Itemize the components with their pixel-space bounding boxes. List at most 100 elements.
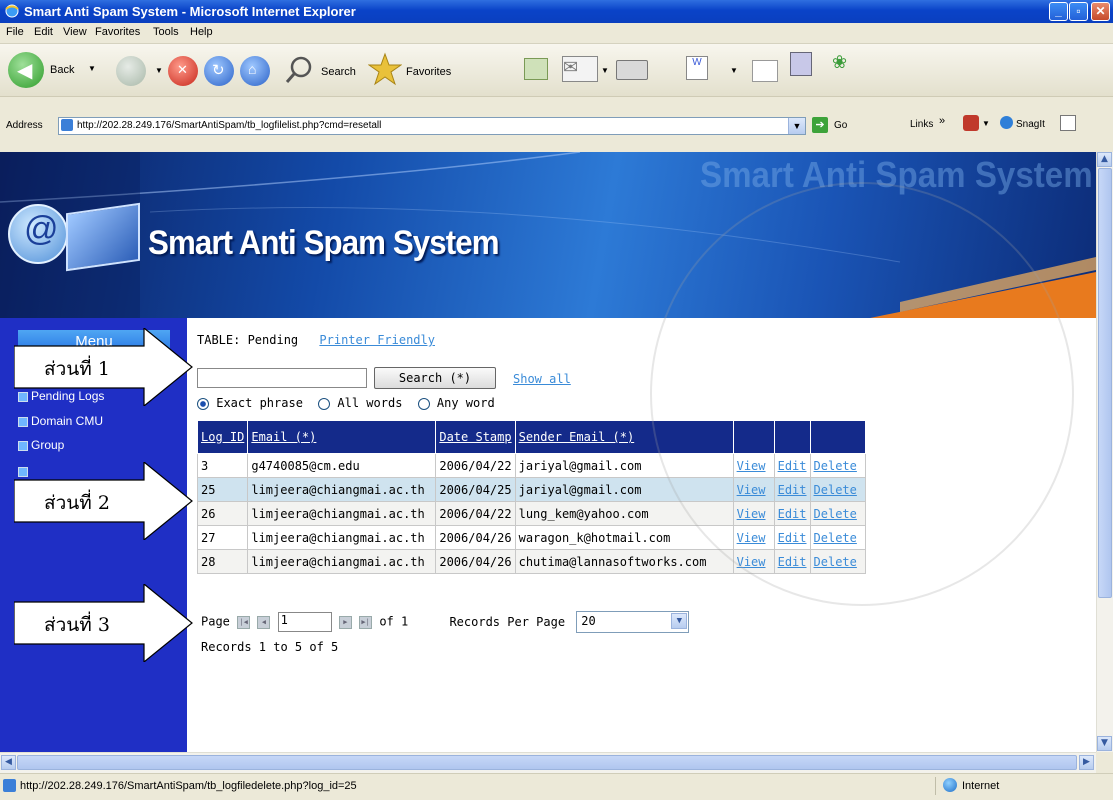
first-page-icon[interactable]: |◀ [237,615,251,629]
records-per-page-select[interactable]: 20 ▼ [576,611,690,633]
bullet-icon [18,440,28,451]
search-input[interactable] [197,368,367,388]
links-chevron-icon[interactable]: » [939,115,945,127]
column-sender-email[interactable]: Sender Email (*) [514,420,734,454]
links-label[interactable]: Links [910,119,933,130]
refresh-icon[interactable]: ↻ [204,56,234,86]
home-icon[interactable]: ⌂ [240,56,270,86]
vertical-scroll-thumb[interactable] [1098,168,1112,598]
go-button[interactable]: ➔ Go [812,117,847,133]
scroll-left-icon[interactable]: ◀ [1,755,16,770]
edit-link[interactable]: Edit [773,549,811,574]
close-button[interactable]: ✕ [1091,2,1110,21]
monitor-image [66,202,140,272]
stop-icon[interactable]: ✕ [168,56,198,86]
edit-link[interactable]: Edit [773,501,811,526]
show-all-link[interactable]: Show all [513,372,571,386]
view-link[interactable]: View [732,477,775,502]
edit-link[interactable]: Edit [773,525,811,550]
printer-friendly-link[interactable]: Printer Friendly [319,333,435,347]
view-link[interactable]: View [732,453,775,478]
scroll-up-icon[interactable]: ▲ [1097,152,1112,167]
page-label: Page [201,614,230,629]
delete-link[interactable]: Delete [809,525,866,550]
back-dropdown-icon[interactable]: ▼ [88,64,96,73]
media-icon[interactable] [524,58,548,80]
forward-arrow-icon[interactable] [116,56,146,86]
site-title: Smart Anti Spam System [148,224,500,262]
scroll-right-icon[interactable]: ▶ [1079,755,1094,770]
prev-page-icon[interactable]: ◀ [257,615,271,629]
maximize-button[interactable]: ▫ [1069,2,1088,21]
cell-email: limjeera@chiangmai.ac.th [247,525,437,550]
mail-dropdown-icon[interactable]: ▼ [601,66,609,75]
column-log-id[interactable]: Log ID [196,420,249,454]
edit-link[interactable]: Edit [773,477,811,502]
cell-date: 2006/04/26 [435,549,516,574]
sidebar-item-label: Group [31,438,65,452]
address-dropdown-icon[interactable]: ▼ [788,118,805,134]
snagit-window-icon[interactable] [1060,115,1076,131]
scroll-corner [1096,752,1113,773]
addon-icon[interactable] [963,115,979,131]
forward-dropdown-icon[interactable]: ▼ [155,66,163,75]
annotation-label: ส่วนที่ 1 [44,358,110,380]
research-icon[interactable] [790,52,812,76]
address-label: Address [6,120,43,131]
horizontal-scroll-thumb[interactable] [17,755,1077,770]
radio-exact-phrase[interactable]: Exact phrase [197,396,303,410]
view-link[interactable]: View [732,525,775,550]
radio-label: All words [337,396,403,410]
edit-dropdown-icon[interactable]: ▼ [730,66,738,75]
column-date-stamp[interactable]: Date Stamp [435,420,516,454]
menu-edit[interactable]: Edit [34,26,53,38]
cell-log-id: 3 [196,453,249,478]
addon-dropdown-icon[interactable]: ▼ [982,119,990,128]
mail-icon[interactable]: ✉ [562,56,598,82]
back-arrow-icon: ◀ [8,52,44,88]
delete-link[interactable]: Delete [809,453,866,478]
minimize-button[interactable]: _ [1049,2,1068,21]
column-email[interactable]: Email (*) [247,420,437,454]
menu-help[interactable]: Help [190,26,213,38]
view-link[interactable]: View [732,501,775,526]
messenger-icon[interactable]: ❀ [832,52,854,72]
vertical-scrollbar[interactable]: ▲ ▼ [1096,152,1113,752]
sidebar-item-group[interactable]: Group [18,438,64,452]
view-link[interactable]: View [732,549,775,574]
delete-link[interactable]: Delete [809,501,866,526]
radio-all-words[interactable]: All words [318,396,402,410]
address-input[interactable]: http://202.28.249.176/SmartAntiSpam/tb_l… [58,117,806,135]
print-icon[interactable] [616,60,648,80]
next-page-icon[interactable]: ▶ [338,615,352,629]
snagit-label[interactable]: SnagIt [1016,119,1045,130]
search-button[interactable]: Search [284,54,356,89]
edit-icon[interactable]: W [686,56,708,80]
edit-link[interactable]: Edit [773,453,811,478]
chevron-down-icon[interactable]: ▼ [671,613,688,629]
back-label: Back [50,64,75,76]
delete-link[interactable]: Delete [809,477,866,502]
horizontal-scrollbar[interactable]: ◀ ▶ [0,752,1096,773]
delete-link[interactable]: Delete [809,549,866,574]
radio-any-word[interactable]: Any word [417,396,495,410]
page-number-input[interactable]: 1 [277,612,332,632]
sidebar-item-domain-cmu[interactable]: Domain CMU [18,414,103,428]
address-url: http://202.28.249.176/SmartAntiSpam/tb_l… [77,120,382,131]
search-submit-button[interactable]: Search (*) [374,367,496,389]
search-label: Search [321,66,356,78]
favorites-label: Favorites [406,66,452,78]
menu-view[interactable]: View [63,26,87,38]
menu-favorites[interactable]: Favorites [95,26,140,38]
search-mode-radios: Exact phrase All words Any word [197,396,495,410]
snagit-icon [1000,116,1013,129]
favorites-button[interactable]: Favorites [367,52,451,89]
records-per-page-value: 20 [581,614,596,628]
scroll-down-icon[interactable]: ▼ [1097,736,1112,751]
status-bar: http://202.28.249.176/SmartAntiSpam/tb_l… [0,773,1113,800]
last-page-icon[interactable]: ▶| [359,615,373,629]
discuss-icon[interactable] [752,60,778,82]
menu-tools[interactable]: Tools [153,26,179,38]
cell-log-id: 26 [196,501,249,526]
menu-file[interactable]: File [6,26,24,38]
